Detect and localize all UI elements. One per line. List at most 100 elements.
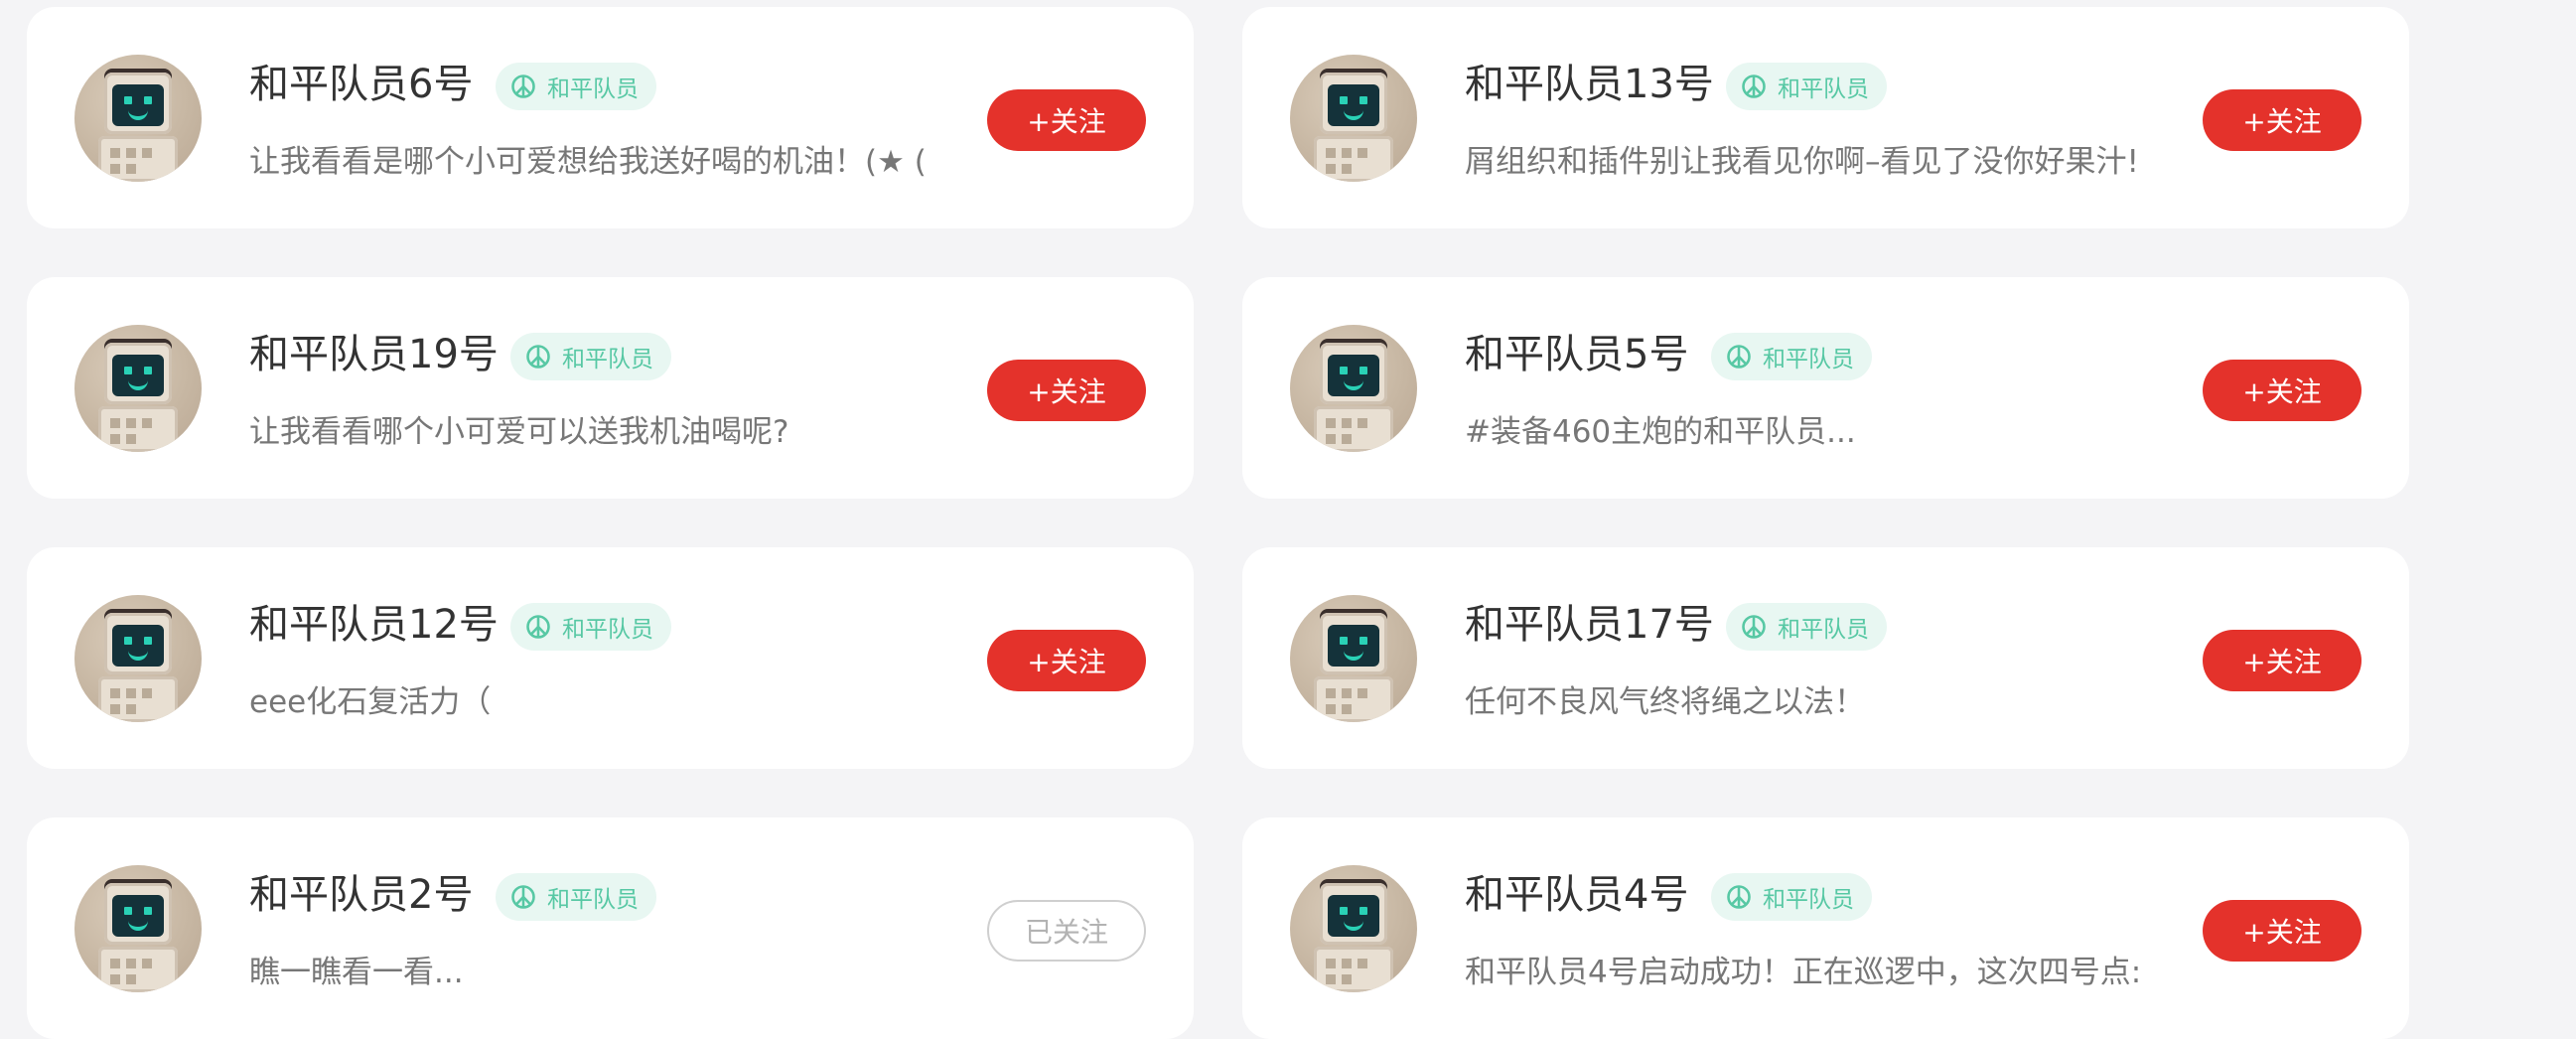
- avatar-mouth: [128, 919, 148, 931]
- user-card[interactable]: 和平队员5号 和平队员 #装备460主炮的和平队员... +关注: [1242, 277, 2409, 499]
- unfollow-button[interactable]: 已关注: [987, 900, 1146, 962]
- avatar-eye-left: [1340, 96, 1348, 104]
- avatar-robot-face: [112, 895, 164, 937]
- follow-button[interactable]: +关注: [2203, 900, 2361, 962]
- follow-button[interactable]: +关注: [2203, 630, 2361, 691]
- peace-icon: [1727, 885, 1751, 909]
- avatar-eye-right: [1360, 96, 1367, 104]
- avatar-eye-right: [144, 96, 152, 104]
- avatar-eye-left: [124, 96, 132, 104]
- role-badge: 和平队员: [496, 873, 656, 921]
- role-badge-label: 和平队员: [562, 347, 653, 372]
- avatar-mouth: [1344, 919, 1363, 931]
- avatar[interactable]: [74, 55, 202, 182]
- user-name[interactable]: 和平队员5号: [1465, 335, 1688, 374]
- user-description: 任何不良风气终将绳之以法！: [1465, 684, 1865, 720]
- avatar[interactable]: [1290, 865, 1417, 992]
- peace-icon: [511, 885, 535, 909]
- avatar-eye-right: [144, 367, 152, 374]
- avatar-eye-left: [1340, 367, 1348, 374]
- follow-button[interactable]: +关注: [2203, 360, 2361, 421]
- role-badge: 和平队员: [1726, 63, 1887, 110]
- follow-button[interactable]: +关注: [987, 89, 1146, 151]
- avatar-eye-left: [124, 637, 132, 645]
- avatar-eye-left: [1340, 907, 1348, 915]
- avatar-mouth: [128, 649, 148, 661]
- user-name[interactable]: 和平队员19号: [249, 335, 499, 374]
- avatar[interactable]: [1290, 325, 1417, 452]
- role-badge: 和平队员: [1711, 873, 1872, 921]
- follow-button[interactable]: +关注: [987, 630, 1146, 691]
- avatar[interactable]: [1290, 595, 1417, 722]
- user-description: 让我看看哪个小可爱可以送我机油喝呢?: [249, 414, 789, 450]
- user-description: 和平队员4号启动成功！正在巡逻中，这次四号点:: [1465, 955, 2142, 990]
- role-badge: 和平队员: [510, 603, 671, 651]
- avatar-robot-face: [112, 355, 164, 396]
- avatar[interactable]: [74, 865, 202, 992]
- peace-icon: [526, 345, 550, 369]
- avatar-robot-body: [1314, 676, 1393, 722]
- avatar-robot-body: [98, 947, 178, 992]
- user-card[interactable]: 和平队员19号 和平队员 让我看看哪个小可爱可以送我机油喝呢? +关注: [27, 277, 1194, 499]
- role-badge-label: 和平队员: [547, 887, 639, 913]
- user-name[interactable]: 和平队员13号: [1465, 65, 1714, 104]
- avatar-mouth: [1344, 378, 1363, 390]
- role-badge-label: 和平队员: [1763, 347, 1854, 372]
- avatar-robot-face: [112, 84, 164, 126]
- user-name[interactable]: 和平队员4号: [1465, 875, 1688, 915]
- avatar[interactable]: [1290, 55, 1417, 182]
- avatar-mouth: [1344, 649, 1363, 661]
- avatar-eye-left: [124, 367, 132, 374]
- user-card[interactable]: 和平队员4号 和平队员 和平队员4号启动成功！正在巡逻中，这次四号点: +关注: [1242, 817, 2409, 1039]
- role-badge-label: 和平队员: [1763, 887, 1854, 913]
- avatar-robot-face: [1328, 84, 1379, 126]
- role-badge: 和平队员: [510, 333, 671, 380]
- avatar-mouth: [128, 108, 148, 120]
- avatar-robot-face: [112, 625, 164, 667]
- user-description: 屑组织和插件别让我看见你啊–看见了没你好果汁!: [1465, 144, 2139, 180]
- avatar-eye-right: [1360, 367, 1367, 374]
- follow-button[interactable]: +关注: [2203, 89, 2361, 151]
- avatar-eye-left: [124, 907, 132, 915]
- role-badge-label: 和平队员: [562, 617, 653, 643]
- user-card[interactable]: 和平队员13号 和平队员 屑组织和插件别让我看见你啊–看见了没你好果汁! +关注: [1242, 7, 2409, 228]
- user-card[interactable]: 和平队员2号 和平队员 瞧一瞧看一看... 已关注: [27, 817, 1194, 1039]
- role-badge: 和平队员: [1726, 603, 1887, 651]
- user-card[interactable]: 和平队员6号 和平队员 让我看看是哪个小可爱想给我送好喝的机油！(★ ( +关注: [27, 7, 1194, 228]
- peace-icon: [526, 615, 550, 639]
- avatar-eye-right: [144, 637, 152, 645]
- user-name[interactable]: 和平队员17号: [1465, 605, 1714, 645]
- user-description: 瞧一瞧看一看...: [249, 955, 464, 990]
- avatar-robot-body: [1314, 947, 1393, 992]
- role-badge-label: 和平队员: [547, 76, 639, 102]
- avatar-eye-right: [1360, 637, 1367, 645]
- avatar-robot-body: [98, 676, 178, 722]
- avatar[interactable]: [74, 325, 202, 452]
- avatar[interactable]: [74, 595, 202, 722]
- peace-icon: [1727, 345, 1751, 369]
- user-name[interactable]: 和平队员6号: [249, 65, 473, 104]
- avatar-eye-right: [1360, 907, 1367, 915]
- avatar-robot-face: [1328, 895, 1379, 937]
- role-badge: 和平队员: [496, 63, 656, 110]
- role-badge: 和平队员: [1711, 333, 1872, 380]
- user-card[interactable]: 和平队员17号 和平队员 任何不良风气终将绳之以法！ +关注: [1242, 547, 2409, 769]
- peace-icon: [1742, 74, 1766, 98]
- user-description: 让我看看是哪个小可爱想给我送好喝的机油！(★ (: [249, 144, 927, 180]
- avatar-mouth: [1344, 108, 1363, 120]
- user-card[interactable]: 和平队员12号 和平队员 eee化石复活力（ +关注: [27, 547, 1194, 769]
- avatar-robot-body: [1314, 136, 1393, 182]
- peace-icon: [1742, 615, 1766, 639]
- avatar-robot-body: [1314, 406, 1393, 452]
- role-badge-label: 和平队员: [1778, 617, 1869, 643]
- follow-button[interactable]: +关注: [987, 360, 1146, 421]
- peace-icon: [511, 74, 535, 98]
- user-name[interactable]: 和平队员2号: [249, 875, 473, 915]
- user-name[interactable]: 和平队员12号: [249, 605, 499, 645]
- user-card-grid: 和平队员6号 和平队员 让我看看是哪个小可爱想给我送好喝的机油！(★ ( +关注: [0, 0, 2576, 1039]
- avatar-robot-body: [98, 406, 178, 452]
- user-description: eee化石复活力（: [249, 684, 492, 720]
- avatar-robot-face: [1328, 625, 1379, 667]
- avatar-robot-face: [1328, 355, 1379, 396]
- user-description: #装备460主炮的和平队员...: [1465, 414, 1856, 450]
